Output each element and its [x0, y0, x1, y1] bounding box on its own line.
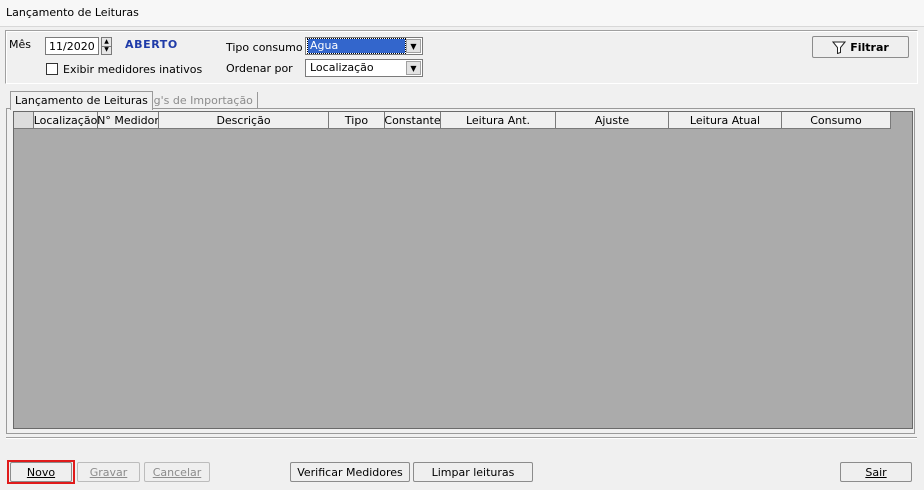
save-button-label: Gravar [89, 465, 128, 479]
grid-col-adjustment[interactable]: Ajuste [556, 112, 669, 129]
grid-col-selector[interactable] [14, 112, 34, 129]
check-meters-button[interactable]: Verificar Medidores [290, 462, 410, 482]
grid-col-constant[interactable]: Constante [385, 112, 441, 129]
order-by-value: Localização [310, 61, 374, 74]
month-status-badge: ABERTO [125, 38, 178, 51]
exit-button[interactable]: Sair [840, 462, 912, 482]
grid-col-description[interactable]: Descrição [159, 112, 329, 129]
show-inactive-checkbox[interactable] [46, 63, 58, 75]
consumption-type-select[interactable]: Agua ▼ [305, 37, 423, 55]
tab-import-log[interactable]: Log's de Importação [137, 92, 258, 109]
window-title: Lançamento de Leituras [6, 6, 139, 19]
readings-grid[interactable]: Localização N° Medidor Descrição Tipo Co… [13, 111, 913, 429]
order-by-select[interactable]: Localização ▼ [305, 59, 423, 77]
consumption-type-label: Tipo consumo [226, 41, 303, 54]
new-button[interactable]: Novo [10, 462, 72, 482]
show-inactive-label[interactable]: Exibir medidores inativos [63, 63, 202, 76]
grid-col-location[interactable]: Localização [34, 112, 98, 129]
grid-col-meter-number[interactable]: N° Medidor [98, 112, 159, 129]
order-by-label: Ordenar por [226, 62, 293, 75]
chevron-down-icon[interactable]: ▼ [406, 39, 421, 53]
chevron-down-icon[interactable]: ▼ [406, 61, 421, 75]
save-button[interactable]: Gravar [77, 462, 140, 482]
grid-header: Localização N° Medidor Descrição Tipo Co… [14, 112, 891, 129]
spin-down-icon[interactable]: ▼ [102, 45, 111, 55]
grid-col-current-reading[interactable]: Leitura Atual [669, 112, 782, 129]
check-meters-button-label: Verificar Medidores [297, 465, 403, 479]
grid-col-type[interactable]: Tipo [329, 112, 385, 129]
filter-button[interactable]: Filtrar [812, 36, 909, 58]
month-input[interactable]: 11/2020 [45, 37, 99, 55]
month-spinner[interactable]: ▲ ▼ [101, 37, 112, 55]
window-titlebar: Lançamento de Leituras [0, 0, 924, 27]
tab-readings[interactable]: Lançamento de Leituras [10, 91, 153, 110]
filter-button-label: Filtrar [850, 40, 889, 54]
cancel-button-label: Cancelar [152, 465, 202, 479]
grid-col-previous-reading[interactable]: Leitura Ant. [441, 112, 556, 129]
exit-button-label: Sair [865, 465, 887, 479]
spin-up-icon[interactable]: ▲ [102, 38, 111, 46]
clear-readings-button[interactable]: Limpar leituras [413, 462, 533, 482]
footer-divider [6, 437, 917, 439]
grid-col-consumption[interactable]: Consumo [782, 112, 891, 129]
funnel-icon [832, 41, 847, 54]
month-label: Mês [9, 38, 31, 51]
consumption-type-value: Agua [307, 38, 406, 54]
new-button-label: Novo [26, 465, 56, 479]
clear-readings-button-label: Limpar leituras [431, 465, 515, 479]
cancel-button[interactable]: Cancelar [144, 462, 210, 482]
